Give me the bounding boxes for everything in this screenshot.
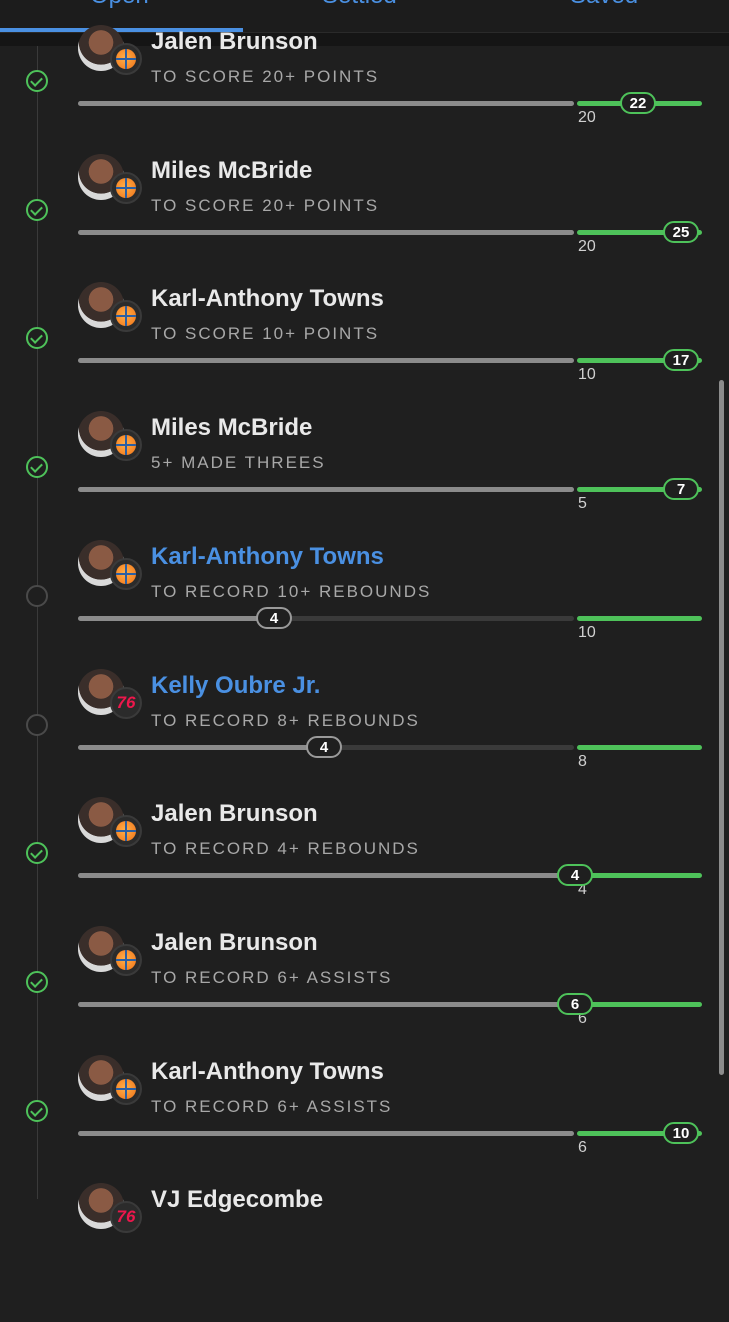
current-value-badge: 25: [663, 221, 699, 243]
current-value-badge: 4: [306, 736, 342, 758]
knicks-logo-icon: [116, 1079, 136, 1099]
progress-fill: [78, 616, 276, 621]
knicks-icon: [110, 944, 142, 976]
prop-label: TO SCORE 20+ POINTS: [151, 67, 380, 86]
check-circle-icon: [26, 70, 48, 92]
target-track: [577, 616, 702, 621]
prop-label: TO SCORE 20+ POINTS: [151, 196, 380, 215]
bet-leg-row[interactable]: 76 VJ Edgecombe: [0, 1183, 729, 1322]
check-circle-icon: [26, 199, 48, 221]
knicks-icon: [110, 429, 142, 461]
bet-leg-row[interactable]: Jalen Brunson TO RECORD 6+ ASSISTS 6 6: [0, 926, 729, 1065]
progress-fill: [78, 1131, 574, 1136]
threshold-label: 10: [578, 624, 596, 641]
threshold-label: 20: [578, 238, 596, 255]
prop-label: TO SCORE 10+ POINTS: [151, 324, 380, 343]
pending-circle-icon: [26, 714, 48, 736]
target-track: [577, 1002, 702, 1007]
bet-leg-row[interactable]: Karl-Anthony Towns TO RECORD 10+ REBOUNDS…: [0, 540, 729, 679]
check-circle-icon: [26, 327, 48, 349]
prop-label: TO RECORD 4+ REBOUNDS: [151, 839, 420, 858]
bet-leg-row[interactable]: Karl-Anthony Towns TO SCORE 10+ POINTS 10 1…: [0, 282, 729, 421]
bet-leg-row[interactable]: Miles McBride 5+ MADE THREES 5 7: [0, 411, 729, 550]
current-value-badge: 17: [663, 349, 699, 371]
knicks-logo-icon: [116, 564, 136, 584]
check-circle-icon: [26, 1100, 48, 1122]
current-value-badge: 10: [663, 1122, 699, 1144]
threshold-label: 5: [578, 495, 587, 512]
threshold-label: 8: [578, 753, 587, 770]
bet-leg-row[interactable]: 76 Kelly Oubre Jr. TO RECORD 8+ REBOUNDS 8 4: [0, 669, 729, 808]
prop-label: 5+ MADE THREES: [151, 453, 326, 472]
check-circle-icon: [26, 456, 48, 478]
knicks-icon: [110, 558, 142, 590]
player-name: Miles McBride: [151, 414, 313, 441]
player-name: Jalen Brunson: [151, 929, 318, 956]
76ers-icon: 76: [110, 1201, 142, 1233]
current-value-badge: 4: [256, 607, 292, 629]
knicks-logo-icon: [116, 435, 136, 455]
threshold-label: 20: [578, 109, 596, 126]
knicks-icon: [110, 43, 142, 75]
progress-fill: [78, 745, 326, 750]
player-name: Jalen Brunson: [151, 800, 318, 827]
knicks-icon: [110, 300, 142, 332]
tab-settled[interactable]: Settled: [322, 0, 397, 10]
knicks-logo-icon: [116, 178, 136, 198]
player-name: VJ Edgecombe: [151, 1186, 324, 1213]
progress-fill: [78, 358, 574, 363]
prop-label: TO RECORD 8+ REBOUNDS: [151, 711, 420, 730]
player-name[interactable]: Kelly Oubre Jr.: [151, 672, 320, 700]
prop-label: TO RECORD 6+ ASSISTS: [151, 968, 393, 987]
knicks-icon: [110, 815, 142, 847]
team-logo-text: 76: [116, 1207, 136, 1226]
bet-leg-row[interactable]: Jalen Brunson TO RECORD 4+ REBOUNDS 4 4: [0, 797, 729, 936]
current-value-badge: 6: [557, 993, 593, 1015]
player-name: Karl-Anthony Towns: [151, 1058, 384, 1085]
player-name: Karl-Anthony Towns: [151, 285, 384, 312]
knicks-logo-icon: [116, 306, 136, 326]
progress-fill: [78, 101, 574, 106]
current-value-badge: 7: [663, 478, 699, 500]
knicks-icon: [110, 1073, 142, 1105]
team-logo-text: 76: [116, 693, 136, 712]
target-track: [577, 745, 702, 750]
knicks-logo-icon: [116, 49, 136, 69]
bet-leg-row[interactable]: Karl-Anthony Towns TO RECORD 6+ ASSISTS 6 1…: [0, 1055, 729, 1194]
progress-fill: [78, 873, 574, 878]
threshold-label: 10: [578, 366, 596, 383]
knicks-logo-icon: [116, 950, 136, 970]
player-name[interactable]: Karl-Anthony Towns: [151, 543, 384, 571]
tab-open[interactable]: Open: [90, 0, 149, 10]
check-circle-icon: [26, 971, 48, 993]
player-name: Miles McBride: [151, 157, 313, 184]
player-name: Jalen Brunson: [151, 28, 318, 55]
check-circle-icon: [26, 842, 48, 864]
tab-saved[interactable]: Saved: [570, 0, 638, 10]
threshold-label: 6: [578, 1139, 587, 1156]
knicks-logo-icon: [116, 821, 136, 841]
knicks-icon: [110, 172, 142, 204]
76ers-icon: 76: [110, 687, 142, 719]
progress-fill: [78, 1002, 574, 1007]
bet-leg-row[interactable]: Jalen Brunson TO SCORE 20+ POINTS 20 22: [0, 25, 729, 164]
bet-leg-row[interactable]: Miles McBride TO SCORE 20+ POINTS 20 25: [0, 154, 729, 293]
pending-circle-icon: [26, 585, 48, 607]
progress-fill: [78, 230, 574, 235]
target-track: [577, 873, 702, 878]
prop-label: TO RECORD 10+ REBOUNDS: [151, 582, 432, 601]
progress-fill: [78, 487, 574, 492]
current-value-badge: 4: [557, 864, 593, 886]
scrollbar[interactable]: [719, 380, 724, 1075]
prop-label: TO RECORD 6+ ASSISTS: [151, 1097, 393, 1116]
current-value-badge: 22: [620, 92, 656, 114]
